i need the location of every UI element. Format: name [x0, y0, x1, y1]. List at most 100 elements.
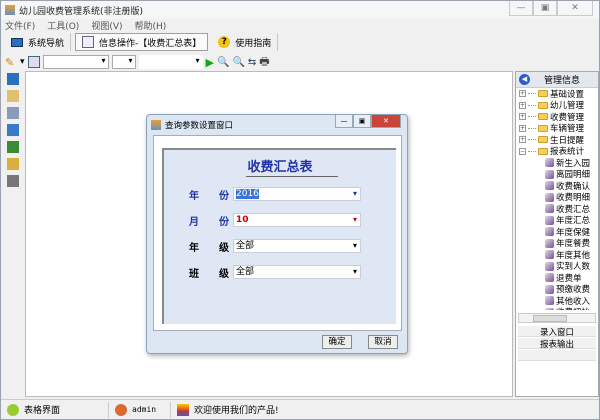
- minimize-button[interactable]: —: [509, 1, 533, 16]
- play-icon[interactable]: ▶: [206, 56, 214, 69]
- leaf-label: 收费确认: [556, 181, 591, 192]
- empty-button[interactable]: [518, 350, 596, 361]
- collapse-icon[interactable]: ◀: [519, 74, 530, 85]
- toolbar-combo-1[interactable]: [42, 55, 109, 69]
- year-select[interactable]: 2016: [233, 187, 361, 201]
- cancel-button[interactable]: 取消: [368, 335, 398, 349]
- horizontal-scrollbar[interactable]: [518, 313, 596, 323]
- toolbar-combo-2[interactable]: [111, 55, 136, 69]
- collapse-icon[interactable]: −: [519, 147, 526, 155]
- tree-folder[interactable]: + 生日提醒: [519, 134, 598, 146]
- tree-leaf[interactable]: 年度保健: [519, 226, 598, 238]
- close-button[interactable]: ✕: [557, 1, 593, 16]
- year-value: 2016: [236, 189, 259, 199]
- class-select[interactable]: 全部: [233, 265, 361, 279]
- leaf-label: 退费单: [556, 273, 582, 284]
- tree-folder[interactable]: + 车辆管理: [519, 123, 598, 134]
- dropdown-arrow-icon[interactable]: ▾: [20, 57, 25, 67]
- folder-icon: [538, 113, 548, 121]
- folder-network-icon[interactable]: [7, 90, 19, 102]
- tab-system-nav[interactable]: 系统导航: [5, 33, 72, 51]
- tab-info-operation[interactable]: 信息操作-【收费汇总表】: [75, 33, 209, 51]
- tab-label: 系统导航: [28, 38, 65, 49]
- status-mode-text: 表格界面: [24, 406, 61, 416]
- ok-button[interactable]: 确定: [322, 335, 352, 349]
- leaf-label: 收费初始: [556, 306, 590, 310]
- expand-icon[interactable]: +: [519, 124, 526, 132]
- tree-leaf[interactable]: 收费初始: [519, 306, 598, 310]
- report-icon: [545, 192, 554, 202]
- dialog-minimize-button[interactable]: —: [335, 115, 353, 128]
- expand-icon[interactable]: +: [519, 90, 526, 98]
- status-message: 欢迎使用我们的产品!: [171, 402, 279, 418]
- tree-folder[interactable]: − 报表统计: [519, 146, 598, 158]
- tree-leaf[interactable]: 退费单: [519, 272, 598, 284]
- tree-leaf[interactable]: 实到人数: [519, 261, 598, 273]
- expand-icon[interactable]: +: [519, 136, 526, 144]
- find-next-icon[interactable]: 🔍: [232, 57, 244, 68]
- grade-select[interactable]: 全部: [233, 239, 361, 253]
- shapes-icon: [177, 403, 189, 416]
- menu-tools[interactable]: 工具(O): [47, 19, 79, 32]
- tree-leaf[interactable]: 年度汇总: [519, 215, 598, 227]
- report-icon: [545, 204, 554, 214]
- document-icon[interactable]: [7, 124, 19, 136]
- tab-user-guide[interactable]: ? 使用指南: [212, 33, 279, 51]
- preview-icon[interactable]: [27, 56, 40, 68]
- toolbar-combo-3[interactable]: [138, 55, 203, 69]
- folder-label: 报表统计: [550, 147, 585, 158]
- tree-leaf[interactable]: 收费确认: [519, 180, 598, 192]
- folder-label: 收费管理: [550, 112, 585, 123]
- tree-folder[interactable]: + 幼儿管理: [519, 100, 598, 111]
- leaf-label: 年度餐费: [556, 239, 591, 250]
- book-icon[interactable]: [7, 107, 19, 119]
- nav-tree: + 基础设置 + 幼儿管理 + 收费管理 + 车辆管理 + 生日提醒 − 报表统计 新生入园 离园明细 收费…: [516, 88, 598, 310]
- tree-leaf[interactable]: 年度其他: [519, 249, 598, 261]
- leaf-label: 实到人数: [556, 262, 591, 273]
- label: 级: [219, 268, 229, 280]
- tree-leaf[interactable]: 其他收入: [519, 295, 598, 307]
- leaf-label: 收费汇总: [556, 204, 591, 215]
- tree-leaf[interactable]: 年度餐费: [519, 238, 598, 250]
- tree-line: [528, 127, 536, 129]
- leaf-label: 年度汇总: [556, 216, 591, 227]
- trash-icon[interactable]: [7, 175, 19, 187]
- report-output-button[interactable]: 报表输出: [518, 338, 596, 350]
- pencil-icon[interactable]: ✎: [5, 56, 17, 69]
- maximize-button[interactable]: ▣: [533, 1, 557, 16]
- entry-window-button[interactable]: 录入窗口: [518, 326, 596, 338]
- panel-title: 管理信息: [544, 76, 581, 86]
- dialog-maximize-button[interactable]: ▣: [353, 115, 371, 128]
- status-mode: 表格界面: [1, 401, 109, 418]
- expand-icon[interactable]: +: [519, 101, 526, 109]
- menu-file[interactable]: 文件(F): [5, 19, 35, 32]
- tree-leaf[interactable]: 新生入园: [519, 157, 598, 169]
- report-icon: [545, 181, 554, 191]
- tools-icon[interactable]: [7, 158, 19, 170]
- grade-field: 年 级全部: [189, 238, 361, 254]
- refresh-icon[interactable]: ⇆: [248, 57, 256, 68]
- tree-leaf[interactable]: 离园明细: [519, 169, 598, 181]
- chart-icon[interactable]: [7, 141, 19, 153]
- find-icon[interactable]: 🔍: [217, 57, 229, 68]
- month-select[interactable]: 10: [233, 213, 361, 227]
- tree-folder[interactable]: + 收费管理: [519, 111, 598, 123]
- folder-icon: [538, 124, 548, 132]
- dialog-close-button[interactable]: ✕: [371, 115, 401, 128]
- dialog-title: 查询参数设置窗口: [165, 121, 234, 131]
- tree-leaf[interactable]: 预缴收费: [519, 284, 598, 295]
- report-icon: [545, 215, 554, 225]
- report-icon: [545, 296, 554, 306]
- tree-folder[interactable]: + 基础设置: [519, 88, 598, 100]
- tree-leaf[interactable]: 收费明细: [519, 192, 598, 203]
- pin-icon: [7, 403, 19, 416]
- monitor-icon[interactable]: [7, 73, 19, 85]
- app-icon: [5, 5, 15, 15]
- tab-label: 信息操作-【收费汇总表】: [99, 38, 202, 49]
- menu-help[interactable]: 帮助(H): [135, 19, 167, 32]
- print-icon[interactable]: 🖶: [259, 53, 269, 72]
- tree-leaf[interactable]: 收费汇总: [519, 203, 598, 215]
- menu-view[interactable]: 视图(V): [91, 19, 122, 32]
- expand-icon[interactable]: +: [519, 113, 526, 121]
- leaf-label: 离园明细: [556, 170, 591, 181]
